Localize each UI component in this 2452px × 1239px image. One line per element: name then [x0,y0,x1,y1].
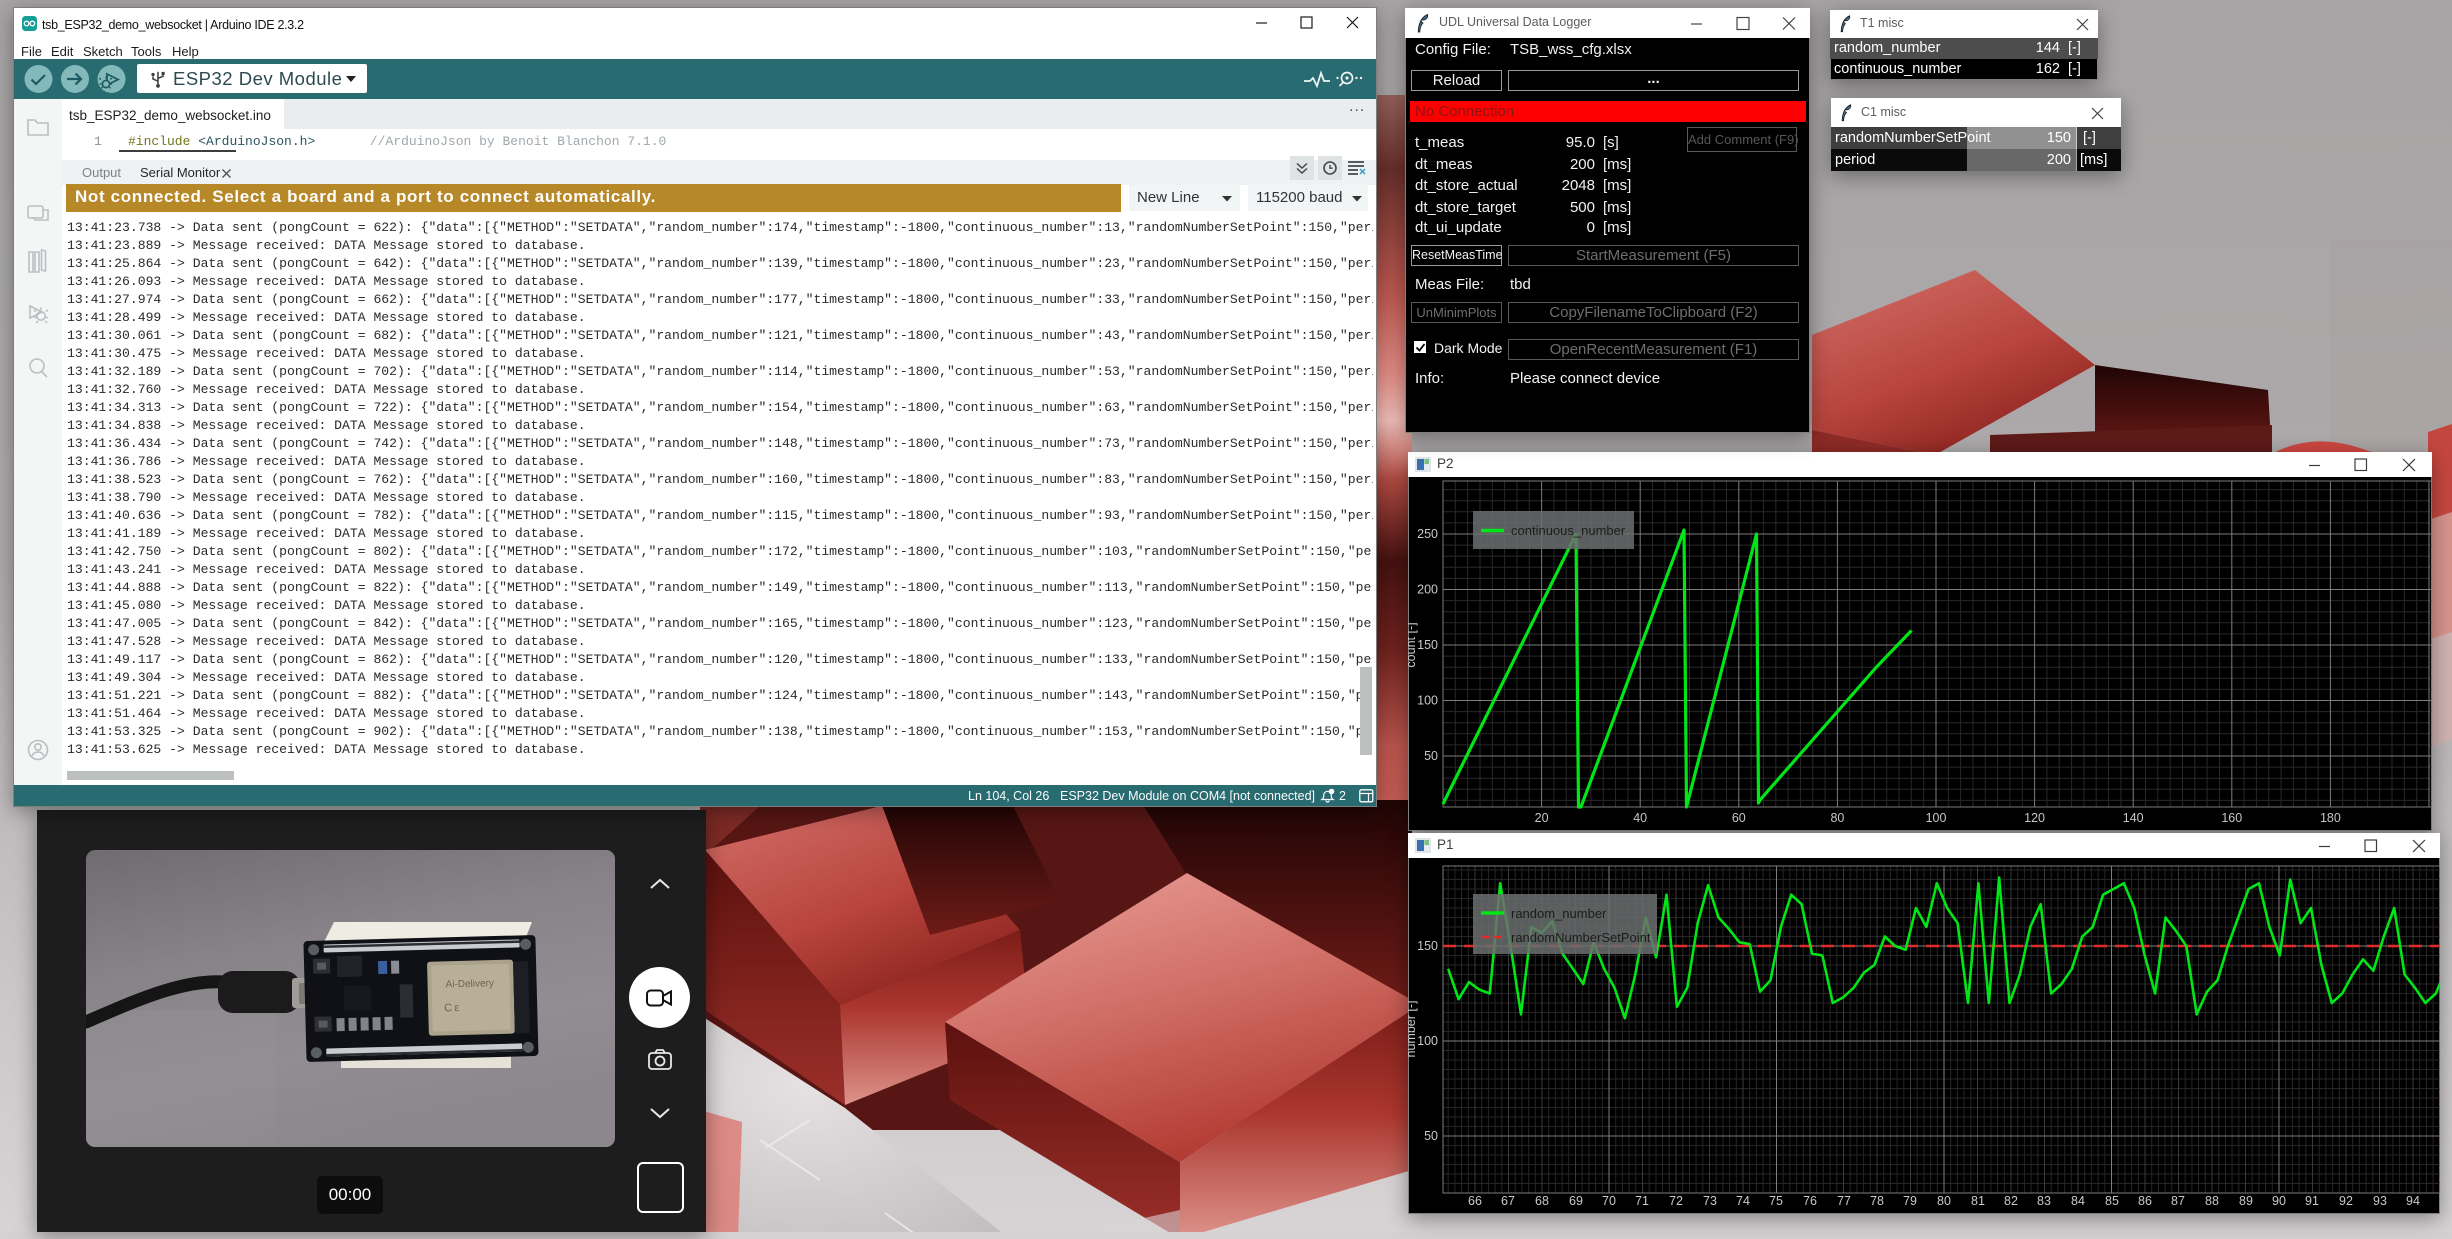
svg-text:100: 100 [1417,1034,1438,1048]
svg-text:84: 84 [2071,1194,2085,1208]
svg-text:randomNumberSetPoint: randomNumberSetPoint [1511,930,1651,945]
svg-text:76: 76 [1803,1194,1817,1208]
svg-text:50: 50 [1424,1129,1438,1143]
svg-text:180: 180 [2320,811,2341,825]
svg-text:67: 67 [1501,1194,1515,1208]
svg-text:250: 250 [1417,527,1438,541]
svg-text:120: 120 [2024,811,2045,825]
svg-text:90: 90 [2272,1194,2286,1208]
svg-text:77: 77 [1837,1194,1851,1208]
svg-text:71: 71 [1635,1194,1649,1208]
svg-text:100: 100 [1417,694,1438,708]
svg-text:88: 88 [2205,1194,2219,1208]
svg-text:73: 73 [1703,1194,1717,1208]
svg-text:Ai-Delivery: Ai-Delivery [445,978,494,990]
svg-text:66: 66 [1468,1194,1482,1208]
svg-text:74: 74 [1736,1194,1750,1208]
svg-text:92: 92 [2339,1194,2353,1208]
svg-text:89: 89 [2239,1194,2253,1208]
svg-text:160: 160 [2221,811,2242,825]
svg-text:random_number: random_number [1511,906,1607,921]
svg-text:count [-]: count [-] [1408,622,1418,667]
svg-text:81: 81 [1971,1194,1985,1208]
svg-text:70: 70 [1602,1194,1616,1208]
svg-text:87: 87 [2171,1194,2185,1208]
svg-text:150: 150 [1417,638,1438,652]
svg-text:68: 68 [1535,1194,1549,1208]
svg-text:20: 20 [1535,811,1549,825]
svg-text:80: 80 [1830,811,1844,825]
svg-text:91: 91 [2305,1194,2319,1208]
svg-text:86: 86 [2138,1194,2152,1208]
svg-text:100: 100 [1926,811,1947,825]
svg-text:50: 50 [1424,749,1438,763]
svg-text:200: 200 [1417,583,1438,597]
svg-text:80: 80 [1937,1194,1951,1208]
svg-text:85: 85 [2105,1194,2119,1208]
svg-text:93: 93 [2373,1194,2387,1208]
svg-text:94: 94 [2406,1194,2420,1208]
svg-text:number [-]: number [-] [1408,1001,1418,1058]
svg-text:78: 78 [1870,1194,1884,1208]
svg-text:79: 79 [1903,1194,1917,1208]
svg-text:continuous_number: continuous_number [1511,523,1626,538]
svg-text:140: 140 [2123,811,2144,825]
svg-text:69: 69 [1569,1194,1583,1208]
svg-text:75: 75 [1769,1194,1783,1208]
svg-text:83: 83 [2037,1194,2051,1208]
svg-text:40: 40 [1633,811,1647,825]
svg-text:72: 72 [1669,1194,1683,1208]
svg-text:82: 82 [2004,1194,2018,1208]
svg-text:C ε: C ε [444,1002,459,1014]
svg-text:60: 60 [1732,811,1746,825]
svg-text:150: 150 [1417,939,1438,953]
